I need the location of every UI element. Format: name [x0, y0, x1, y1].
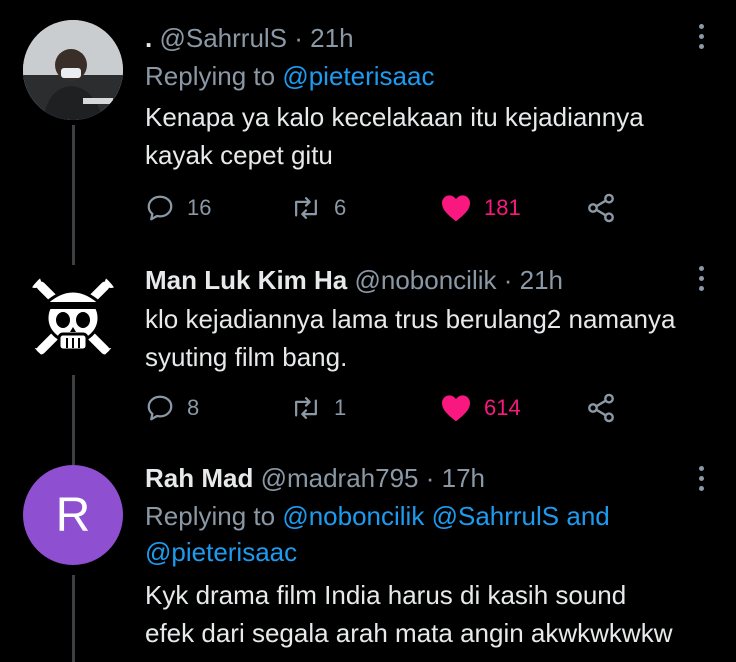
tweet-text-line: kayak cepet gitu: [145, 140, 333, 170]
replying-prefix: Replying to: [145, 501, 276, 531]
avatar[interactable]: R: [23, 465, 123, 565]
timestamp[interactable]: · 17h: [426, 463, 485, 493]
reply-count: 8: [187, 395, 200, 420]
heart-icon: [442, 395, 470, 422]
tweet-text: Kenapa ya kalo kecelakaan itu kejadianny…: [145, 98, 696, 174]
tweet-text-line: klo kejadiannya lama trus berulang2 nama…: [145, 304, 676, 334]
jolly-roger-icon: [29, 276, 117, 360]
tweet-3[interactable]: R Rah Mad @madrah795 · 17h Replying to @…: [0, 450, 736, 662]
more-icon[interactable]: [698, 266, 706, 296]
retweet-icon: [295, 197, 317, 219]
mention-link[interactable]: @pieterisaac: [145, 537, 297, 567]
mention-link[interactable]: @noboncilik: [282, 501, 424, 531]
timestamp[interactable]: · 21h: [294, 23, 353, 53]
more-icon[interactable]: [698, 466, 706, 496]
tweet-2[interactable]: Man Luk Kim Ha @noboncilik · 21h klo kej…: [0, 250, 736, 450]
reply-button[interactable]: 16: [145, 188, 211, 228]
like-count: 181: [484, 195, 521, 220]
reply-icon: [147, 195, 173, 221]
mention-and: and: [566, 501, 610, 531]
reply-icon: [147, 395, 173, 421]
share-button[interactable]: [585, 388, 629, 428]
tweet-header: . @SahrrulS · 21h: [145, 22, 696, 54]
retweet-button[interactable]: 1: [290, 388, 346, 428]
tweet-1[interactable]: . @SahrrulS · 21h Replying to @pieterisa…: [0, 0, 736, 250]
mention-link[interactable]: @SahrrulS: [432, 501, 560, 531]
tweet-text-line: efek dari segala arah mata angin akwkwkw…: [145, 618, 673, 648]
replying-to: Replying to @noboncilik @SahrrulS and @p…: [145, 498, 696, 570]
display-name[interactable]: .: [145, 23, 152, 53]
retweet-button[interactable]: 6: [290, 188, 346, 228]
tweet-text-line: Kenapa ya kalo kecelakaan itu kejadianny…: [145, 102, 644, 132]
avatar-letter: R: [55, 488, 91, 542]
reply-button[interactable]: 8: [145, 388, 199, 428]
like-button[interactable]: 181: [440, 188, 521, 228]
display-name[interactable]: Rah Mad: [145, 463, 253, 493]
share-icon: [588, 193, 614, 223]
tweet-text-line: syuting film bang.: [145, 342, 348, 372]
handle[interactable]: @SahrrulS: [159, 23, 287, 53]
like-count: 614: [484, 395, 521, 420]
replying-prefix: Replying to: [145, 61, 276, 91]
tweet-header: Rah Mad @madrah795 · 17h: [145, 462, 696, 494]
share-icon: [588, 393, 614, 423]
heart-icon: [442, 195, 470, 222]
tweet-text: klo kejadiannya lama trus berulang2 nama…: [145, 300, 696, 376]
more-icon[interactable]: [698, 24, 706, 54]
action-bar: 8 1 614: [145, 388, 625, 428]
like-button[interactable]: 614: [440, 388, 521, 428]
avatar[interactable]: [23, 20, 123, 120]
display-name[interactable]: Man Luk Kim Ha: [145, 265, 347, 295]
retweet-icon: [295, 397, 317, 419]
avatar[interactable]: [23, 266, 123, 366]
tweet-header: Man Luk Kim Ha @noboncilik · 21h: [145, 264, 696, 296]
replying-to: Replying to @pieterisaac: [145, 58, 696, 94]
timestamp[interactable]: · 21h: [504, 265, 563, 295]
share-button[interactable]: [585, 188, 629, 228]
retweet-count: 6: [334, 195, 347, 220]
tweet-text: Kyk drama film India harus di kasih soun…: [145, 576, 696, 652]
tweet-text-line: Kyk drama film India harus di kasih soun…: [145, 580, 627, 610]
retweet-count: 1: [334, 395, 347, 420]
handle[interactable]: @noboncilik: [354, 265, 496, 295]
avatar-photo: [23, 20, 123, 120]
mention-link[interactable]: @pieterisaac: [282, 61, 434, 91]
action-bar: 16 6 181: [145, 188, 625, 228]
handle[interactable]: @madrah795: [261, 463, 419, 493]
reply-count: 16: [187, 195, 212, 220]
